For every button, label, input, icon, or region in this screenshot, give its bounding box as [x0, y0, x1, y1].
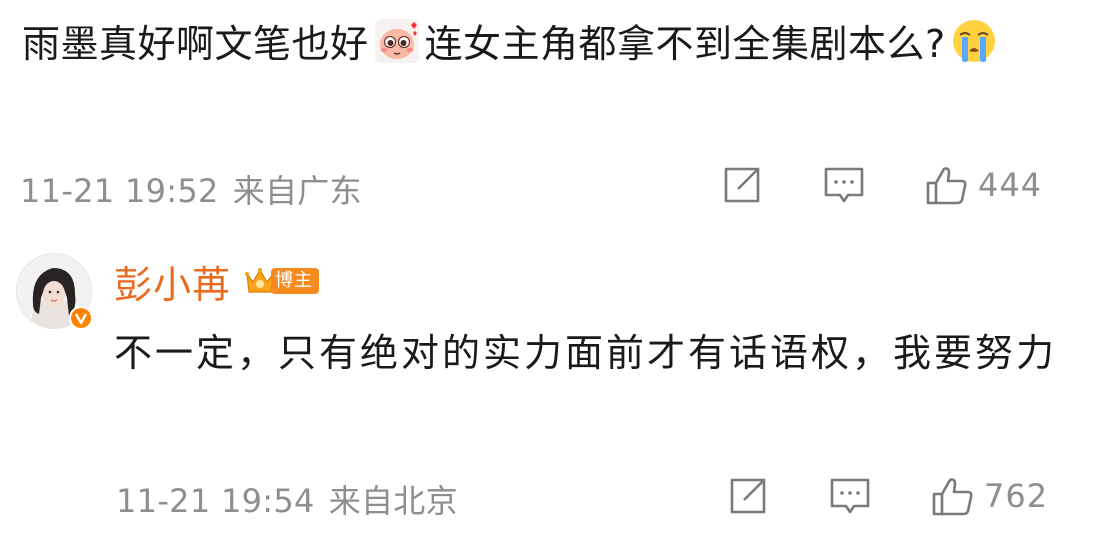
comment-text-part1: 雨墨真好啊文笔也好 — [22, 22, 369, 66]
reply-actions: 762 — [726, 474, 1048, 518]
comment-text: 雨墨真好啊文笔也好 连女主角都拿不到全集剧本么? — [22, 12, 1072, 76]
like-icon[interactable] — [930, 474, 974, 518]
share-icon[interactable] — [726, 474, 770, 518]
reply-author-name[interactable]: 彭小苒 — [114, 254, 231, 309]
reply-author-row: 彭小苒 博主 — [114, 252, 320, 310]
comment-text-part2: 连女主角都拿不到全集剧本么? — [424, 22, 946, 66]
comment-icon[interactable] — [822, 163, 866, 207]
blogger-badge: 博主 — [243, 264, 320, 298]
comment-meta: 11-21 19:52 来自广东 — [20, 166, 362, 212]
shy-blush-emoji-icon — [373, 17, 421, 65]
blogger-badge-label: 博主 — [271, 268, 320, 294]
comment-location: 来自广东 — [232, 172, 362, 210]
comment-actions: 444 — [720, 163, 1042, 207]
like-icon[interactable] — [924, 163, 968, 207]
like-count: 762 — [984, 477, 1049, 515]
reply-text: 不一定，只有绝对的实力面前才有话语权，我要努力 — [114, 331, 1058, 375]
verified-badge-icon — [68, 305, 94, 331]
reply-location: 来自北京 — [328, 482, 458, 520]
like-count: 444 — [978, 166, 1043, 204]
reply-avatar-wrap[interactable] — [16, 253, 94, 331]
share-icon[interactable] — [720, 163, 764, 207]
comment-timestamp: 11-21 19:52 — [20, 172, 219, 210]
comment-thread: 雨墨真好啊文笔也好 连女主角都拿不到全集剧本么? 11-21 19:52 来自广东 — [0, 0, 1098, 548]
crying-face-emoji-icon — [950, 17, 998, 65]
reply-timestamp: 11-21 19:54 — [116, 482, 315, 520]
reply-meta: 11-21 19:54 来自北京 — [116, 476, 458, 522]
comment-icon[interactable] — [828, 474, 872, 518]
